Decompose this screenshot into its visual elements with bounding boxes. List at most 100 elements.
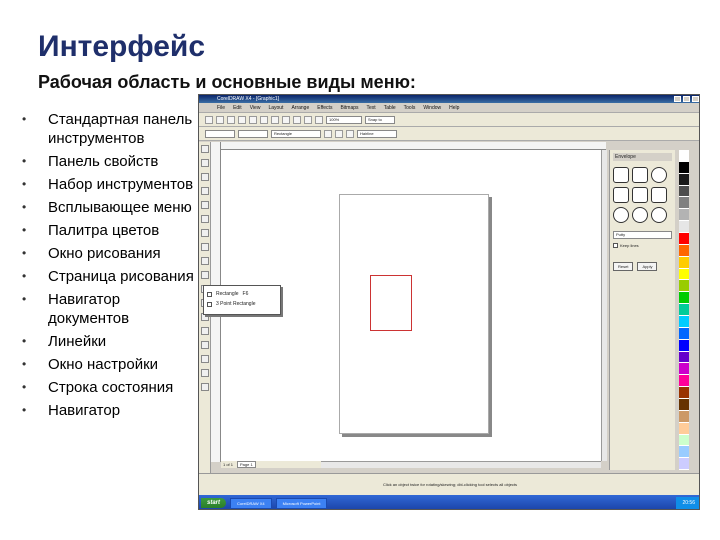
save-icon[interactable]: [227, 115, 235, 124]
taskbar-item-powerpoint[interactable]: Microsoft PowerPoint: [275, 497, 328, 509]
palette-swatch[interactable]: [679, 422, 689, 435]
palette-swatch[interactable]: [679, 446, 689, 459]
export-icon[interactable]: [315, 115, 323, 124]
open-icon[interactable]: [216, 115, 224, 124]
menu-bitmaps[interactable]: Bitmaps: [340, 105, 358, 111]
palette-swatch[interactable]: [679, 351, 689, 364]
reset-button[interactable]: Reset: [613, 262, 634, 271]
palette-swatch[interactable]: [679, 387, 689, 400]
envelope-preset-icon[interactable]: [613, 187, 629, 203]
palette-swatch[interactable]: [679, 399, 689, 411]
palette-swatch[interactable]: [679, 209, 689, 222]
palette-swatch[interactable]: [679, 458, 689, 471]
checkbox-box[interactable]: [613, 243, 618, 248]
palette-swatch[interactable]: [679, 363, 689, 376]
envelope-preset-icon[interactable]: [651, 207, 667, 223]
palette-swatch[interactable]: [679, 434, 689, 447]
eyedropper-tool-icon[interactable]: [201, 355, 209, 363]
taskbar-item-coreldraw[interactable]: CorelDRAW X4: [230, 497, 272, 509]
outline-tool-icon[interactable]: [201, 369, 209, 377]
envelope-preset-icon[interactable]: [632, 207, 648, 223]
undo-icon[interactable]: [282, 115, 290, 124]
freehand-tool-icon[interactable]: [201, 201, 209, 209]
import-icon[interactable]: [304, 115, 312, 124]
print-icon[interactable]: [238, 115, 246, 124]
outline-width-select[interactable]: Hairline: [357, 129, 397, 138]
corner-icon[interactable]: [346, 129, 354, 138]
smart-fill-tool-icon[interactable]: [201, 215, 209, 223]
menu-table[interactable]: Table: [384, 105, 396, 111]
basic-shapes-tool-icon[interactable]: [201, 271, 209, 279]
cut-icon[interactable]: [249, 115, 257, 124]
shape-type-select[interactable]: Rectangle: [271, 129, 321, 138]
palette-swatch[interactable]: [679, 150, 689, 162]
envelope-preset-icon[interactable]: [632, 167, 648, 183]
envelope-preset-icon[interactable]: [613, 167, 629, 183]
connector-tool-icon[interactable]: [201, 327, 209, 335]
flyout-item-3point-rectangle[interactable]: 3 Point Rectangle: [207, 299, 277, 309]
palette-swatch[interactable]: [679, 197, 689, 210]
page-tab[interactable]: Page 1: [237, 461, 256, 468]
menu-window[interactable]: Window: [423, 105, 441, 111]
x-position-field[interactable]: [205, 129, 235, 138]
zoom-tool-icon[interactable]: [201, 187, 209, 195]
paste-icon[interactable]: [271, 115, 279, 124]
menu-layout[interactable]: Layout: [268, 105, 283, 111]
size-field[interactable]: [238, 129, 268, 138]
vertical-scrollbar[interactable]: [601, 150, 607, 461]
menu-text[interactable]: Text: [367, 105, 376, 111]
copy-icon[interactable]: [260, 115, 268, 124]
rectangle-shape[interactable]: [370, 275, 412, 331]
keep-lines-checkbox[interactable]: Keep lines: [613, 243, 672, 248]
palette-swatch[interactable]: [679, 280, 689, 293]
envelope-preset-icon[interactable]: [632, 187, 648, 203]
palette-swatch[interactable]: [679, 304, 689, 317]
palette-swatch[interactable]: [679, 161, 689, 174]
mapping-mode-select[interactable]: Putty: [613, 231, 672, 239]
palette-swatch[interactable]: [679, 292, 689, 305]
palette-swatch[interactable]: [679, 316, 689, 328]
palette-swatch[interactable]: [679, 244, 689, 257]
pick-tool-icon[interactable]: [201, 145, 209, 153]
close-button[interactable]: [692, 96, 699, 102]
menu-help[interactable]: Help: [449, 105, 459, 111]
blend-tool-icon[interactable]: [201, 341, 209, 349]
maximize-button[interactable]: [683, 96, 690, 102]
palette-swatch[interactable]: [679, 268, 689, 281]
menu-file[interactable]: File: [217, 105, 225, 111]
palette-swatch[interactable]: [679, 233, 689, 245]
snap-select[interactable]: Snap to: [365, 115, 395, 124]
envelope-preset-icon[interactable]: [651, 167, 667, 183]
minimize-button[interactable]: [674, 96, 681, 102]
shape-tool-icon[interactable]: [201, 159, 209, 167]
menu-tools[interactable]: Tools: [404, 105, 416, 111]
palette-swatch[interactable]: [679, 173, 689, 186]
redo-icon[interactable]: [293, 115, 301, 124]
menu-arrange[interactable]: Arrange: [291, 105, 309, 111]
menu-view[interactable]: View: [250, 105, 261, 111]
mirror-icon[interactable]: [324, 129, 332, 138]
envelope-preset-icon[interactable]: [613, 207, 629, 223]
palette-swatch[interactable]: [679, 185, 689, 198]
palette-swatch[interactable]: [679, 327, 689, 340]
palette-swatch[interactable]: [679, 375, 689, 388]
palette-swatch[interactable]: [679, 221, 689, 234]
palette-swatch[interactable]: [679, 256, 689, 269]
start-button[interactable]: start: [201, 498, 227, 508]
rectangle-tool-icon[interactable]: [201, 229, 209, 237]
apply-button[interactable]: Apply: [637, 262, 658, 271]
flyout-item-rectangle[interactable]: Rectangle F6: [207, 289, 277, 299]
ellipse-tool-icon[interactable]: [201, 243, 209, 251]
zoom-select[interactable]: 100%: [326, 115, 362, 124]
new-icon[interactable]: [205, 115, 213, 124]
menu-edit[interactable]: Edit: [233, 105, 242, 111]
drawing-page[interactable]: [339, 194, 489, 434]
polygon-tool-icon[interactable]: [201, 257, 209, 265]
envelope-preset-icon[interactable]: [651, 187, 667, 203]
fill-tool-icon[interactable]: [201, 383, 209, 391]
rotate-icon[interactable]: [335, 129, 343, 138]
crop-tool-icon[interactable]: [201, 173, 209, 181]
palette-swatch[interactable]: [679, 339, 689, 352]
palette-swatch[interactable]: [679, 410, 689, 423]
menu-effects[interactable]: Effects: [317, 105, 332, 111]
